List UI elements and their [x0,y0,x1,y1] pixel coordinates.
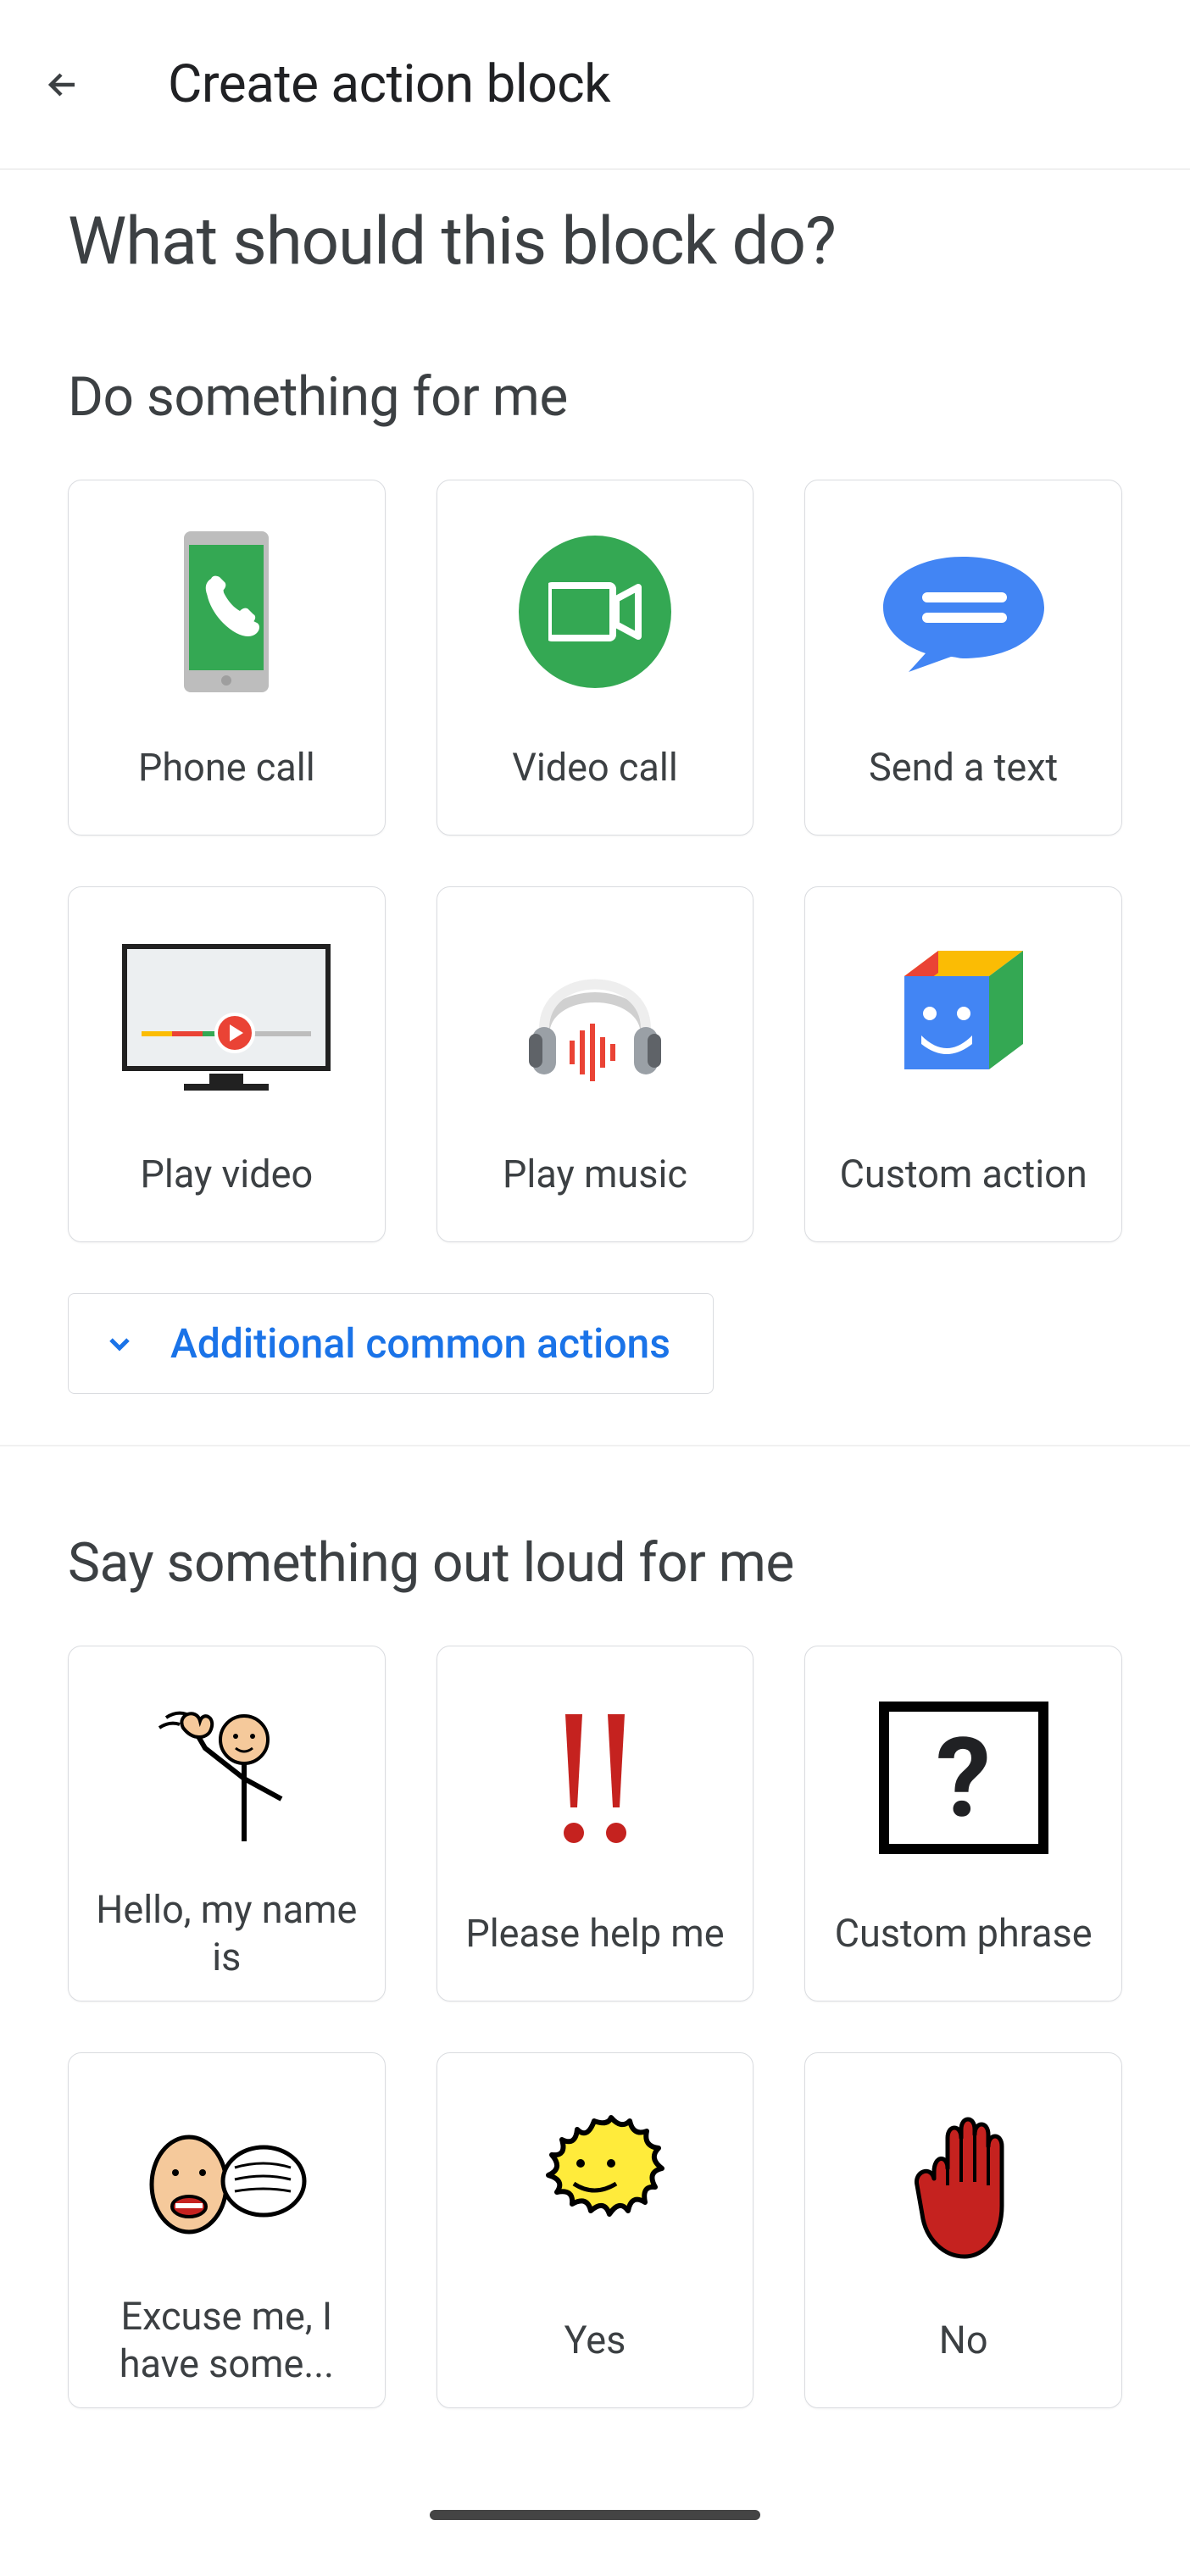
card-label: No [805,2273,1121,2407]
section-divider [0,1445,1190,1446]
custom-phrase-card[interactable]: ? Custom phrase [804,1646,1122,2001]
card-label: Play video [69,1108,385,1241]
card-label: Excuse me, I have some... [69,2273,385,2407]
additional-actions-label: Additional common actions [170,1319,670,1368]
content-area: What should this block do? Do something … [0,203,1190,2459]
card-label: Hello, my name is [69,1867,385,2001]
send-text-icon [805,523,1121,701]
yes-card[interactable]: Yes [437,2052,754,2408]
phone-call-icon [69,523,385,701]
do-grid: Phone call Video call [68,480,1122,1242]
card-label: Send a text [805,701,1121,835]
card-label: Custom action [805,1108,1121,1241]
exclamation-icon [437,1689,753,1867]
card-label: Please help me [437,1867,753,2001]
phone-call-card[interactable]: Phone call [68,480,386,836]
play-music-card[interactable]: Play music [437,886,754,1242]
card-label: Phone call [69,701,385,835]
say-section-title: Say something out loud for me [68,1531,1122,1595]
card-label: Play music [437,1108,753,1241]
play-video-icon [69,930,385,1108]
chevron-down-icon [103,1327,136,1361]
page-title: Create action block [168,53,610,115]
play-music-icon [437,930,753,1108]
do-section-title: Do something for me [68,365,1122,429]
card-label: Video call [437,701,753,835]
video-call-icon [437,523,753,701]
card-label: Custom phrase [805,1867,1121,2001]
card-label: Yes [437,2273,753,2407]
hand-stop-icon [805,2096,1121,2273]
additional-actions-button[interactable]: Additional common actions [68,1293,714,1394]
smiley-sun-icon [437,2096,753,2273]
send-text-card[interactable]: Send a text [804,480,1122,836]
no-card[interactable]: No [804,2052,1122,2408]
excuse-me-card[interactable]: Excuse me, I have some... [68,2052,386,2408]
please-help-card[interactable]: Please help me [437,1646,754,2001]
hello-icon [69,1689,385,1867]
home-indicator[interactable] [430,2510,760,2520]
app-header: Create action block [0,0,1190,169]
video-call-card[interactable]: Video call [437,480,754,836]
custom-action-icon [805,930,1121,1108]
back-arrow-icon[interactable] [42,64,83,105]
speaking-face-icon [69,2096,385,2273]
custom-action-card[interactable]: Custom action [804,886,1122,1242]
question-box-icon: ? [805,1689,1121,1867]
play-video-card[interactable]: Play video [68,886,386,1242]
say-grid: Hello, my name is Please help me ? Custo… [68,1646,1122,2408]
question-heading: What should this block do? [68,203,1122,280]
hello-name-card[interactable]: Hello, my name is [68,1646,386,2001]
